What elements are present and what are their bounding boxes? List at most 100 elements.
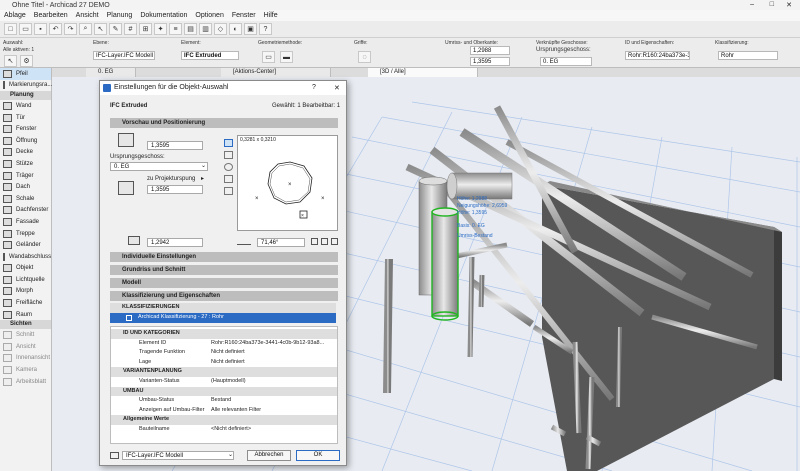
tool-decke[interactable]: Decke xyxy=(0,147,51,159)
undo-icon[interactable]: ↶ xyxy=(49,23,62,35)
umriss-bottom-field[interactable]: 1,3595 xyxy=(470,57,510,66)
tool-fenster[interactable]: Fenster xyxy=(0,123,51,135)
ursprung-select[interactable]: 0. EG xyxy=(110,162,208,171)
tool-markierung[interactable]: Markierungsra... xyxy=(0,80,52,92)
render-icon[interactable]: ◐ xyxy=(229,23,242,35)
ok-button[interactable]: OK xyxy=(296,450,340,461)
geometry-method-icon[interactable]: ▭ xyxy=(262,51,275,63)
layer-select[interactable]: IFC-Layer.IFC Modell xyxy=(122,451,234,460)
arrow-right-icon[interactable]: ▸ xyxy=(201,175,204,182)
selection-settings-icon[interactable]: ⚙ xyxy=(20,55,33,67)
menu-dokumentation[interactable]: Dokumentation xyxy=(136,12,191,19)
zoom-icon[interactable]: ⌕ xyxy=(79,23,92,35)
ursprung-field[interactable]: 0. EG xyxy=(540,57,592,66)
layers-icon[interactable]: ≡ xyxy=(169,23,182,35)
tool-wandabschluss[interactable]: Wandabschluss xyxy=(0,251,51,263)
new-file-icon[interactable]: □ xyxy=(4,23,17,35)
depth-field[interactable]: 1,2942 xyxy=(147,238,203,247)
menu-hilfe[interactable]: Hilfe xyxy=(260,12,282,19)
property-row[interactable]: Umbau-Status Bestand xyxy=(111,396,337,406)
copy-icon[interactable] xyxy=(331,238,338,245)
tool-schnitt[interactable]: Schnitt xyxy=(0,329,51,341)
help-icon[interactable]: ? xyxy=(259,23,272,35)
tool-tuer[interactable]: Tür xyxy=(0,112,51,124)
menu-optionen[interactable]: Optionen xyxy=(191,12,227,19)
checkbox-icon[interactable] xyxy=(126,315,132,321)
umriss-top-field[interactable]: 1,2988 xyxy=(470,46,510,55)
klass-row[interactable]: Archicad Klassifizierung - 27 : Rohr xyxy=(110,313,336,323)
tool-dach[interactable]: Dach xyxy=(0,181,51,193)
redo-icon[interactable]: ↷ xyxy=(64,23,77,35)
tool-arbeitsblatt[interactable]: Arbeitsblatt xyxy=(0,376,51,388)
property-row[interactable]: Varianten-Status (Hauptmodell) xyxy=(111,377,337,387)
angle-field[interactable]: 71,46° xyxy=(257,238,305,247)
help-icon[interactable]: ? xyxy=(312,84,316,91)
minimize-icon[interactable]: – xyxy=(750,1,754,8)
projektursprung-field[interactable]: 1,3595 xyxy=(147,185,203,194)
ebene-field[interactable]: IFC-Layer.IFC Modell xyxy=(93,51,155,60)
menu-planung[interactable]: Planung xyxy=(103,12,137,19)
mirror-icon[interactable] xyxy=(311,238,318,245)
open-file-icon[interactable]: ▭ xyxy=(19,23,32,35)
view-icon-axo[interactable] xyxy=(224,175,233,183)
menu-ablage[interactable]: Ablage xyxy=(0,12,30,19)
tool-freiflaeche[interactable]: Freifläche xyxy=(0,297,51,309)
view-icon-side[interactable] xyxy=(224,163,233,171)
view-icon-list[interactable] xyxy=(224,187,233,195)
tab-eg[interactable]: 0. EG xyxy=(86,68,136,77)
close-icon[interactable]: ✕ xyxy=(334,84,340,92)
arrow-tool-icon[interactable]: ↖ xyxy=(94,23,107,35)
tool-objekt[interactable]: Objekt xyxy=(0,263,51,275)
maximize-icon[interactable]: □ xyxy=(770,1,774,8)
planung-header[interactable]: Planung xyxy=(0,91,51,101)
tab-aktions-center[interactable]: [Aktions-Center] xyxy=(221,68,331,77)
tool-pfeil[interactable]: Pfeil xyxy=(0,68,51,80)
sichten-header[interactable]: Sichten xyxy=(0,320,51,330)
tool-morph[interactable]: Morph xyxy=(0,286,51,298)
elevation-icon[interactable]: ▥ xyxy=(199,23,212,35)
magic-wand-icon[interactable]: ✦ xyxy=(154,23,167,35)
tool-lichtquelle[interactable]: Lichtquelle xyxy=(0,274,51,286)
height-field[interactable]: 1,3595 xyxy=(147,141,203,150)
tool-fassade[interactable]: Fassade xyxy=(0,216,51,228)
tool-treppe[interactable]: Treppe xyxy=(0,228,51,240)
id-field[interactable]: Rohr:R160:24ba373e-344 xyxy=(625,51,690,60)
tab-3d-alle[interactable]: [3D / Alle] xyxy=(368,68,478,77)
tool-schale[interactable]: Schale xyxy=(0,193,51,205)
property-row[interactable]: Tragende Funktion Nicht definiert xyxy=(111,348,337,358)
tool-wand[interactable]: Wand xyxy=(0,100,51,112)
tool-traeger[interactable]: Träger xyxy=(0,170,51,182)
section-vorschau[interactable]: Vorschau und Positionierung xyxy=(110,118,338,128)
view-icon-front[interactable] xyxy=(224,151,233,159)
tool-stuetze[interactable]: Stütze xyxy=(0,158,51,170)
tool-gelaender[interactable]: Geländer xyxy=(0,239,51,251)
tool-innenansicht[interactable]: Innenansicht xyxy=(0,353,51,365)
view-3d-icon[interactable]: ◇ xyxy=(214,23,227,35)
menu-ansicht[interactable]: Ansicht xyxy=(72,12,103,19)
pick-icon[interactable]: ✎ xyxy=(109,23,122,35)
tool-raum[interactable]: Raum xyxy=(0,309,51,321)
property-row[interactable]: Lage Nicht definiert xyxy=(111,358,337,368)
menu-bearbeiten[interactable]: Bearbeiten xyxy=(30,12,72,19)
section-individuell[interactable]: Individuelle Einstellungen xyxy=(110,252,338,262)
tool-ansicht[interactable]: Ansicht xyxy=(0,341,51,353)
element-field[interactable]: IFC Extruded xyxy=(181,51,239,60)
section-icon[interactable]: ▤ xyxy=(184,23,197,35)
cancel-button[interactable]: Abbrechen xyxy=(247,450,291,461)
fit-icon[interactable] xyxy=(321,238,328,245)
grid-icon[interactable]: # xyxy=(124,23,137,35)
section-modell[interactable]: Modell xyxy=(110,278,338,288)
tool-oeffnung[interactable]: Öffnung xyxy=(0,135,51,147)
menu-fenster[interactable]: Fenster xyxy=(228,12,260,19)
handles-icon[interactable]: ◌ xyxy=(358,51,371,63)
tool-kamera[interactable]: Kamera xyxy=(0,364,51,376)
section-grundriss[interactable]: Grundriss und Schnitt xyxy=(110,265,338,275)
selection-arrow-icon[interactable]: ↖ xyxy=(4,55,17,67)
save-icon[interactable]: ▪ xyxy=(34,23,47,35)
property-row[interactable]: Anzeigen auf Umbau-Filter Alle relevanten… xyxy=(111,406,337,416)
model-icon[interactable]: ▣ xyxy=(244,23,257,35)
close-icon[interactable]: ✕ xyxy=(786,1,792,9)
property-row[interactable]: Element ID Rohr:R160:24ba373e-3441-4c0b-9… xyxy=(111,339,337,349)
tool-dachfenster[interactable]: Dachfenster xyxy=(0,205,51,217)
property-row[interactable]: Bauteilname <Nicht definiert> xyxy=(111,425,337,435)
